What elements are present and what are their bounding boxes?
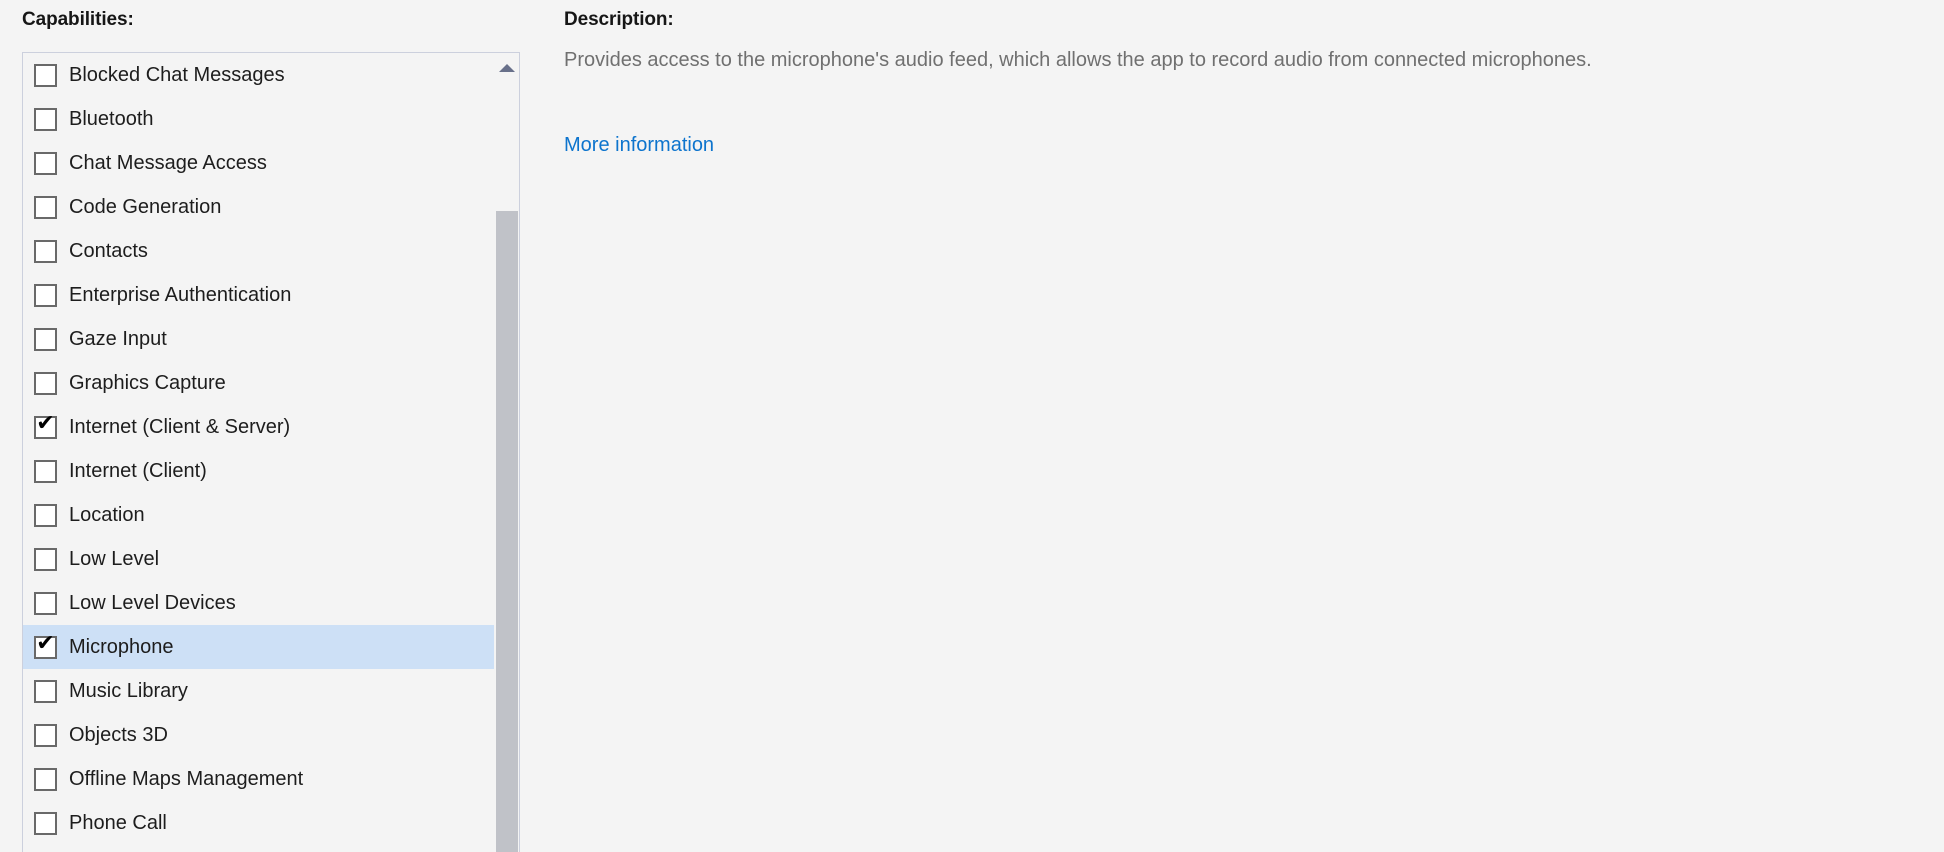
capabilities-listbox[interactable]: ✔ Blocked Chat Messages ✔ Bluetooth ✔ Chat Me…	[22, 52, 520, 852]
capability-checkbox[interactable]: ✔	[34, 547, 57, 571]
capability-row[interactable]: ✔ Music Library	[23, 669, 496, 713]
capability-checkbox[interactable]: ✔	[34, 723, 57, 747]
capability-label: Graphics Capture	[69, 372, 226, 394]
capability-checkbox[interactable]: ✔	[34, 327, 57, 351]
capability-row[interactable]: ✔ Low Level Devices	[23, 581, 496, 625]
checkmark-icon: ✔	[36, 630, 55, 656]
capability-checkbox[interactable]: ✔	[34, 811, 57, 835]
capability-checkbox[interactable]: ✔	[34, 591, 57, 615]
capability-checkbox[interactable]: ✔	[34, 503, 57, 527]
capability-row[interactable]: ✔ Gaze Input	[23, 317, 496, 361]
capability-row[interactable]: ✔ Internet (Client)	[23, 449, 496, 493]
chevron-up-icon	[499, 64, 515, 72]
capability-row[interactable]: ✔ Chat Message Access	[23, 141, 496, 185]
capability-checkbox[interactable]: ✔	[34, 459, 57, 483]
capability-row[interactable]: ✔ Contacts	[23, 229, 496, 273]
capability-label: Low Level	[69, 548, 160, 570]
capability-checkbox[interactable]: ✔	[34, 767, 57, 791]
capability-row[interactable]: ✔ Enterprise Authentication	[23, 273, 496, 317]
capability-row[interactable]: ✔ Blocked Chat Messages	[23, 53, 496, 97]
capability-row[interactable]: ✔ Location	[23, 493, 496, 537]
capability-label: Objects 3D	[69, 724, 168, 746]
scroll-up-arrow-button[interactable]	[495, 53, 519, 83]
capability-checkbox[interactable]: ✔	[34, 632, 57, 659]
checkmark-icon: ✔	[36, 410, 55, 436]
capability-checkbox[interactable]: ✔	[34, 151, 57, 175]
capability-label: Gaze Input	[69, 328, 167, 350]
capability-label: Low Level Devices	[69, 592, 236, 614]
capabilities-pane: Capabilities: ✔ Blocked Chat Messages ✔ Blu…	[0, 0, 530, 852]
capability-label: Phone Call	[69, 812, 167, 834]
capability-checkbox[interactable]: ✔	[34, 239, 57, 263]
capability-row[interactable]: ✔ Internet (Client & Server)	[23, 405, 496, 449]
capability-checkbox[interactable]: ✔	[34, 63, 57, 87]
capability-label: Location	[69, 504, 145, 526]
capability-checkbox[interactable]: ✔	[34, 412, 57, 439]
capability-label: Internet (Client)	[69, 460, 207, 482]
capability-label: Blocked Chat Messages	[69, 64, 285, 86]
description-pane: Description: Provides access to the micr…	[560, 0, 1944, 852]
capability-row[interactable]: ✔ Graphics Capture	[23, 361, 496, 405]
capability-row[interactable]: ✔ Bluetooth	[23, 97, 496, 141]
capability-row[interactable]: ✔ Offline Maps Management	[23, 757, 496, 801]
capability-checkbox[interactable]: ✔	[34, 679, 57, 703]
capabilities-heading: Capabilities:	[22, 9, 134, 30]
capability-label: Code Generation	[69, 196, 222, 218]
capability-label: Bluetooth	[69, 108, 154, 130]
capability-label: Offline Maps Management	[69, 768, 304, 790]
capability-label: Microphone	[69, 636, 174, 658]
capability-row[interactable]: ✔ Code Generation	[23, 185, 496, 229]
capability-row[interactable]: ✔ Low Level	[23, 537, 496, 581]
capability-checkbox[interactable]: ✔	[34, 107, 57, 131]
description-heading: Description:	[564, 9, 674, 30]
description-body-text: Provides access to the microphone's audi…	[564, 49, 1592, 71]
capability-row[interactable]: ✔ Phone Call	[23, 801, 496, 845]
capability-selector-page: Capabilities: ✔ Blocked Chat Messages ✔ Blu…	[0, 0, 1944, 852]
capabilities-scrollbar[interactable]	[494, 53, 519, 852]
capability-checkbox[interactable]: ✔	[34, 195, 57, 219]
capability-checkbox[interactable]: ✔	[34, 371, 57, 395]
capability-label: Internet (Client & Server)	[69, 416, 291, 438]
scrollbar-thumb[interactable]	[496, 211, 518, 852]
capability-label: Chat Message Access	[69, 152, 267, 174]
capabilities-list: ✔ Blocked Chat Messages ✔ Bluetooth ✔ Chat Me…	[23, 53, 496, 852]
capability-label: Enterprise Authentication	[69, 284, 292, 306]
capability-checkbox[interactable]: ✔	[34, 283, 57, 307]
capability-label: Music Library	[69, 680, 188, 702]
capability-row[interactable]: ✔ Microphone	[23, 625, 496, 669]
capability-row[interactable]: ✔ Objects 3D	[23, 713, 496, 757]
more-information-link[interactable]: More information	[564, 133, 714, 157]
capability-label: Contacts	[69, 240, 148, 262]
